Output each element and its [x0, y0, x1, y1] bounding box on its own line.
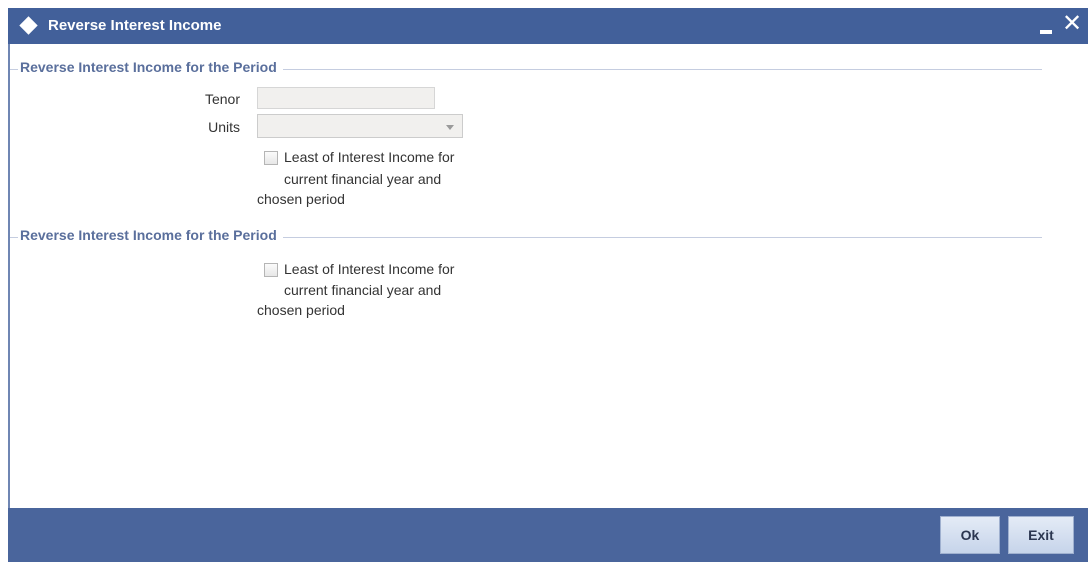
window-left-border [8, 44, 10, 508]
section-divider-right [283, 69, 1042, 70]
title-bar: Reverse Interest Income ✕ [8, 8, 1088, 44]
checkbox-label-line2: current financial year and [284, 171, 442, 187]
section-divider-left [10, 237, 18, 238]
diamond-icon [19, 16, 38, 35]
section-title: Reverse Interest Income for the Period [20, 227, 277, 243]
close-button[interactable]: ✕ [1060, 10, 1084, 38]
exit-button[interactable]: Exit [1008, 516, 1074, 554]
tenor-label: Tenor [204, 91, 240, 107]
footer-bar: Ok Exit [8, 508, 1088, 562]
units-select[interactable] [257, 114, 463, 138]
section-header-period-1: Reverse Interest Income for the Period [10, 59, 1042, 79]
ok-button[interactable]: Ok [940, 516, 1000, 554]
checkbox-label-line3: chosen period [257, 191, 345, 207]
section-divider-left [10, 69, 18, 70]
section-title: Reverse Interest Income for the Period [20, 59, 277, 75]
window-title: Reverse Interest Income [48, 17, 222, 34]
tenor-input[interactable] [257, 87, 435, 109]
close-icon: ✕ [1061, 10, 1083, 37]
reverse-interest-income-window: Reverse Interest Income ✕ Reverse Intere… [0, 0, 1088, 562]
minimize-icon [1040, 30, 1052, 34]
chevron-down-icon [446, 125, 454, 130]
minimize-button[interactable] [1036, 12, 1058, 38]
checkbox-label-line1: Least of Interest Income for [284, 149, 455, 165]
checkbox-label-line2: current financial year and [284, 282, 442, 298]
section-header-period-2: Reverse Interest Income for the Period [10, 227, 1042, 247]
least-interest-income-checkbox-1[interactable] [264, 151, 278, 165]
least-interest-income-checkbox-2[interactable] [264, 263, 278, 277]
section-divider-right [283, 237, 1042, 238]
units-label: Units [208, 119, 240, 135]
checkbox-label-line3: chosen period [257, 302, 345, 318]
checkbox-label-line1: Least of Interest Income for [284, 261, 455, 277]
